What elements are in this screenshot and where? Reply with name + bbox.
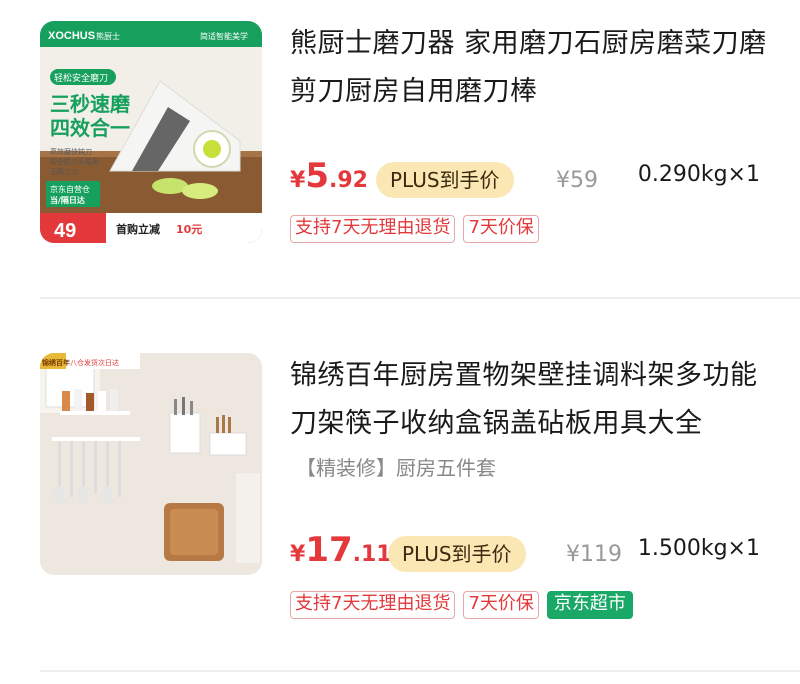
service-tags: 支持7天无理由退货 7天价保 京东超市 — [290, 591, 641, 619]
svg-text:简适智能美学: 简适智能美学 — [200, 31, 248, 41]
svg-text:无损刀刃: 无损刀刃 — [50, 167, 78, 176]
weight-quantity: 1.500kg×1 — [637, 536, 760, 561]
plus-price-badge: PLUS到手价 — [376, 162, 514, 198]
product-title[interactable]: 锦绣百年厨房置物架壁挂调料架多功能刀架筷子收纳盒锅盖砧板用具大全 — [290, 352, 770, 448]
current-price: ¥17.11 — [290, 530, 392, 570]
price-row: ¥5.92 PLUS到手价 ¥59 0.290kg×1 — [290, 156, 770, 202]
svg-text:熊厨士: 熊厨士 — [96, 31, 120, 41]
original-price: ¥119 — [566, 542, 622, 567]
current-price: ¥5.92 — [290, 156, 368, 196]
svg-text:首购立减: 首购立减 — [116, 222, 160, 236]
product-spec[interactable]: 【精装修】厨房五件套 — [296, 452, 496, 481]
svg-text:XOCHUS: XOCHUS — [48, 30, 95, 42]
tag-jd-supermarket: 京东超市 — [546, 591, 633, 619]
tag-7day-return: 支持7天无理由退货 — [290, 591, 456, 619]
divider — [40, 670, 800, 672]
original-price: ¥59 — [556, 168, 598, 193]
tag-price-protect: 7天价保 — [463, 215, 539, 243]
svg-text:高效磨快钝刀: 高效磨快钝刀 — [50, 147, 92, 156]
tag-price-protect: 7天价保 — [463, 591, 539, 619]
svg-text:轻松安全磨刀: 轻松安全磨刀 — [54, 72, 108, 84]
svg-text:安全防刀手易用: 安全防刀手易用 — [50, 157, 99, 166]
service-tags: 支持7天无理由退货 7天价保 — [290, 215, 547, 243]
product-title[interactable]: 熊厨士磨刀器 家用磨刀石厨房磨菜刀磨剪刀厨房自用磨刀棒 — [290, 20, 770, 116]
product-image-knife-sharpener[interactable]: XOCHUS 熊厨士 简适智能美学 轻松安全磨刀 三秒速磨 四效合一 高效磨快钝… — [40, 21, 262, 243]
svg-text:三秒速磨: 三秒速磨 — [50, 92, 130, 116]
svg-text:49: 49 — [54, 220, 76, 242]
price-row: ¥17.11 PLUS到手价 ¥119 1.500kg×1 — [290, 530, 770, 576]
svg-text:10元: 10元 — [176, 223, 202, 236]
svg-text:锦绣百年: 锦绣百年 — [42, 358, 70, 367]
svg-text:四效合一: 四效合一 — [50, 116, 130, 140]
svg-text:当/隔日达: 当/隔日达 — [50, 195, 85, 205]
weight-quantity: 0.290kg×1 — [637, 162, 760, 187]
plus-price-badge: PLUS到手价 — [388, 536, 526, 572]
tag-7day-return: 支持7天无理由退货 — [290, 215, 456, 243]
svg-text:八仓发货次日达: 八仓发货次日达 — [70, 358, 119, 367]
product-image-kitchen-rack[interactable]: 锦绣百年 八仓发货次日达 — [40, 353, 262, 575]
product-card[interactable]: 锦绣百年 八仓发货次日达 锦绣百年厨房置物架壁挂调料架多功能刀架筷子收纳盒锅盖砧… — [0, 300, 800, 684]
divider — [40, 297, 800, 299]
svg-text:京东自营仓: 京东自营仓 — [50, 184, 90, 194]
product-card[interactable]: XOCHUS 熊厨士 简适智能美学 轻松安全磨刀 三秒速磨 四效合一 高效磨快钝… — [0, 0, 800, 298]
